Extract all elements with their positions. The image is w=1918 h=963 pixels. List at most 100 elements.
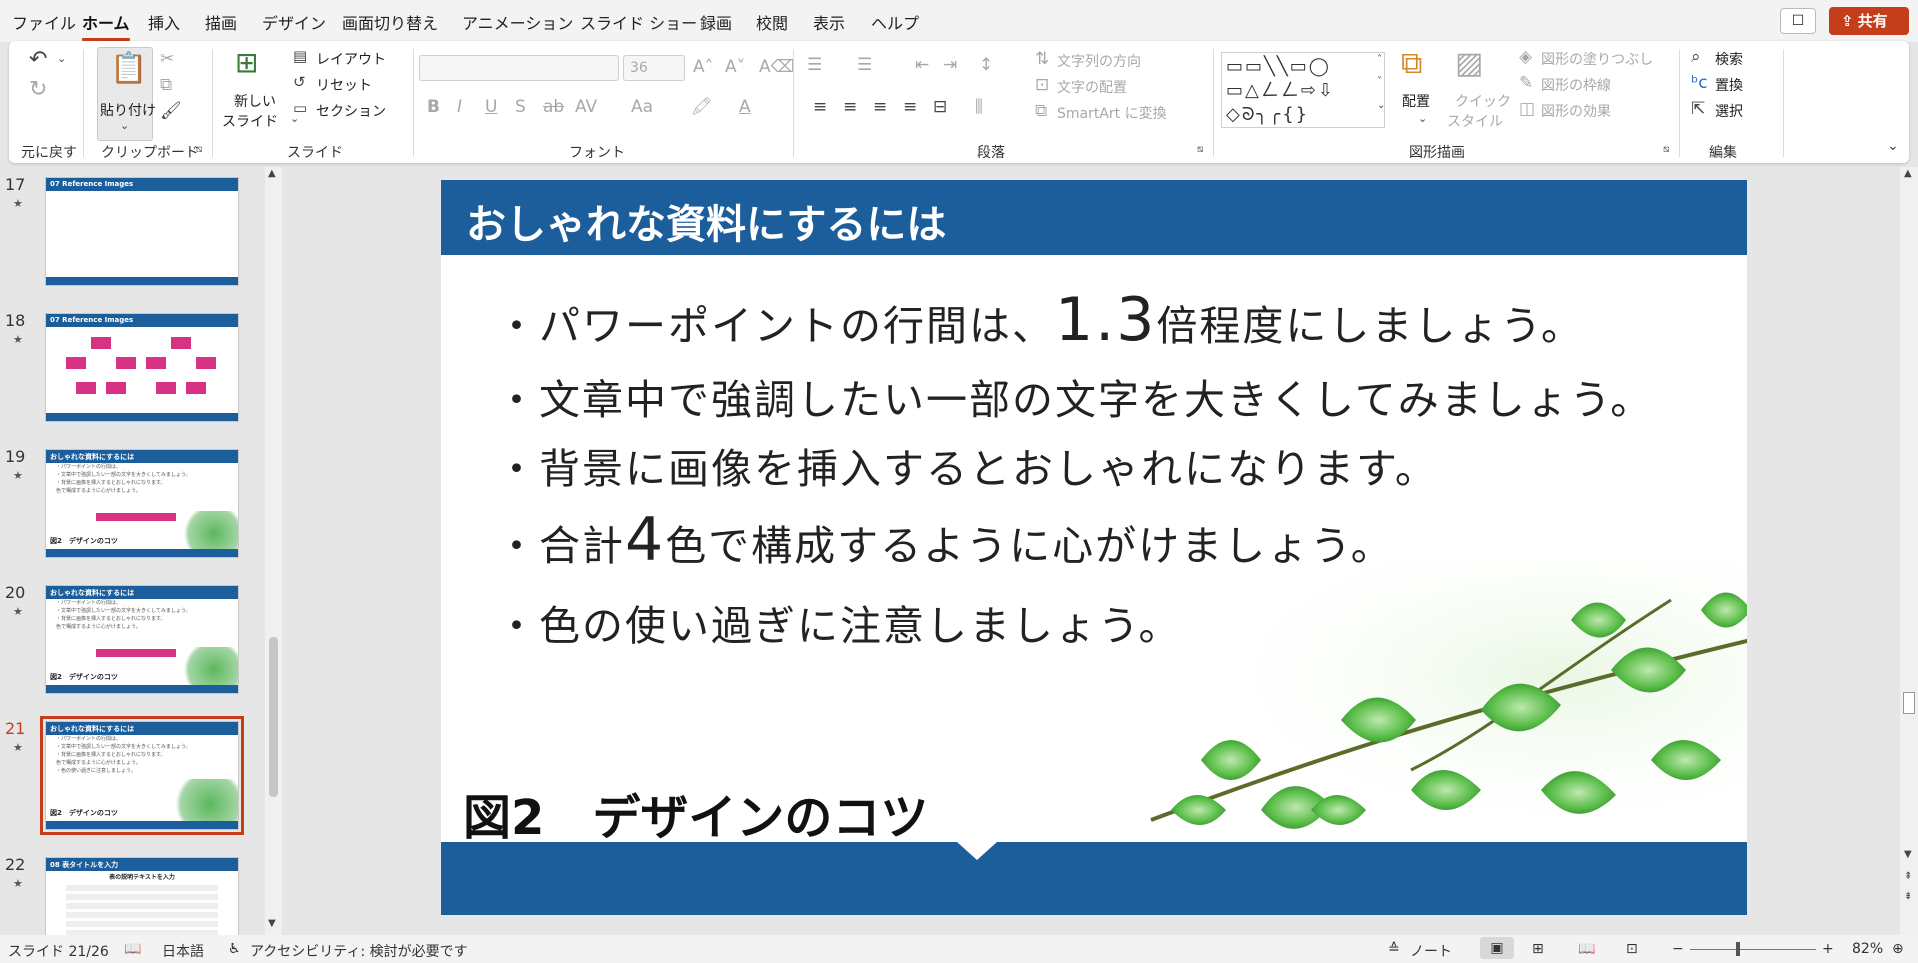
replace-button[interactable]: 置換 — [1715, 75, 1743, 95]
slide-thumbnail[interactable]: 07 Reference Images — [45, 313, 239, 422]
font-color-icon[interactable]: A — [739, 99, 751, 116]
dialog-launcher-icon[interactable]: ⧅ — [1197, 145, 1203, 155]
new-slide-label-2[interactable]: スライド — [222, 111, 278, 131]
language-indicator[interactable]: 日本語 — [162, 941, 204, 961]
format-painter-icon[interactable]: 🖌 — [160, 103, 182, 120]
menu-draw[interactable]: 描画 — [205, 10, 237, 34]
cut-icon[interactable]: ✂ — [160, 51, 174, 68]
slide[interactable]: おしゃれな資料にするには ・パワーポイントの行間は、1.3倍程度にしましょう。 … — [441, 180, 1747, 915]
bullet-emphasis[interactable]: ・文章中で強調したい一部の文字を大きくしてみましょう。 — [496, 366, 1653, 426]
shadow-icon[interactable]: S — [515, 99, 526, 116]
copy-icon[interactable]: ⧉ — [160, 77, 172, 94]
zoom-level[interactable]: 82% — [1852, 941, 1883, 957]
quick-style-label-2[interactable]: スタイル — [1447, 111, 1503, 131]
slideshow-icon[interactable]: ⊡ — [1626, 941, 1638, 957]
collapse-ribbon-icon[interactable]: ⌄ — [1887, 139, 1899, 153]
paste-button[interactable]: 📋 貼り付け ⌄ — [97, 47, 156, 141]
slide-scrollbar[interactable]: ▲ ▼ ⇞ ⇟ — [1900, 167, 1918, 935]
dialog-launcher-icon[interactable]: ⧅ — [196, 145, 202, 155]
spellcheck-icon[interactable]: 📖 — [124, 941, 141, 957]
bullet-background-image[interactable]: ・背景に画像を挿入するとおしゃれになります。 — [496, 435, 1438, 495]
accessibility-status[interactable]: アクセシビリティ: 検討が必要です — [250, 941, 468, 961]
menu-animations[interactable]: アニメーション — [462, 10, 573, 34]
shape-outline-button[interactable]: 図形の枠線 — [1541, 75, 1611, 95]
columns-icon[interactable]: ⫼ — [975, 99, 983, 116]
scrollbar-thumb[interactable] — [1903, 692, 1915, 714]
justify-icon[interactable]: ≡ — [903, 99, 917, 116]
menu-slideshow[interactable]: スライド ショー — [580, 10, 697, 34]
undo-icon[interactable]: ↶ — [29, 49, 47, 71]
slide-title[interactable]: おしゃれな資料にするには — [466, 192, 946, 250]
dialog-launcher-icon[interactable]: ⧅ — [1663, 145, 1669, 155]
change-case-icon[interactable]: Aa — [631, 99, 653, 116]
more-shapes-icon[interactable]: ⌄ — [1377, 101, 1385, 111]
highlight-icon[interactable]: 🖍 — [691, 99, 713, 116]
section-button[interactable]: セクション — [316, 101, 386, 121]
slide-thumbnail-selected[interactable]: おしゃれな資料にするには ・パワーポイントの行間は、 ・文章中で強調したい一部の… — [40, 716, 244, 835]
reading-view-icon[interactable]: 📖 — [1578, 941, 1595, 957]
new-slide-label-1[interactable]: 新しい — [234, 91, 276, 111]
slide-thumbnail[interactable]: 07 Reference Images — [45, 177, 239, 286]
character-spacing-icon[interactable]: AV — [575, 99, 597, 116]
zoom-slider-handle[interactable] — [1736, 942, 1740, 956]
menu-record[interactable]: 録画 — [700, 10, 732, 34]
menu-transitions[interactable]: 画面切り替え — [342, 10, 438, 34]
figure-caption[interactable]: 図2 デザインのコツ — [463, 778, 928, 848]
line-spacing-icon[interactable]: ↕ — [979, 57, 993, 74]
scroll-down-icon[interactable]: ▼ — [268, 919, 276, 929]
bullets-icon[interactable]: ☰ — [807, 57, 822, 74]
scroll-up-icon[interactable]: ▲ — [1904, 169, 1912, 179]
zoom-out-icon[interactable]: − — [1672, 941, 1684, 957]
grow-font-icon[interactable]: A˄ — [693, 59, 713, 76]
menu-help[interactable]: ヘルプ — [871, 10, 919, 34]
align-center-icon[interactable]: ≡ — [843, 99, 857, 116]
bullet-line-spacing[interactable]: ・パワーポイントの行間は、1.3倍程度にしましょう。 — [496, 285, 1584, 355]
shape-fill-button[interactable]: 図形の塗りつぶし — [1541, 49, 1653, 69]
distributed-icon[interactable]: ⊟ — [933, 99, 947, 116]
menu-file[interactable]: ファイル — [12, 10, 76, 34]
underline-icon[interactable]: U — [485, 99, 497, 116]
align-right-icon[interactable]: ≡ — [873, 99, 887, 116]
clear-format-icon[interactable]: A⌫ — [759, 59, 795, 76]
shape-gallery[interactable]: ▭▭╲╲▭◯ ▭△ㄥㄥ⇨⇩ ◇ᘐ╮╭{} — [1221, 52, 1385, 128]
arrange-button[interactable]: 配置 — [1402, 91, 1430, 111]
align-text-button[interactable]: 文字の配置 — [1057, 77, 1127, 97]
share-button[interactable]: ⇪ 共有 — [1829, 7, 1909, 35]
scrollbar-thumb[interactable] — [269, 637, 278, 797]
notes-button[interactable]: ノート — [1410, 941, 1452, 961]
scroll-up-icon[interactable]: ˄ — [1377, 55, 1382, 65]
quick-style-label-1[interactable]: クイック — [1455, 91, 1511, 111]
menu-review[interactable]: 校閲 — [756, 10, 788, 34]
slide-sorter-icon[interactable]: ⊞ — [1532, 941, 1544, 957]
slide-thumbnail[interactable]: おしゃれな資料にするには ・パワーポイントの行間は、 ・文章中で強調したい一部の… — [45, 585, 239, 694]
numbering-icon[interactable]: ☰ — [857, 57, 872, 74]
layout-button[interactable]: レイアウト — [316, 49, 386, 69]
menu-view[interactable]: 表示 — [813, 10, 845, 34]
convert-smartart-button[interactable]: SmartArt に変換 — [1057, 103, 1167, 123]
thumbnail-scrollbar[interactable]: ▲ ▼ — [265, 167, 282, 935]
text-direction-button[interactable]: 文字列の方向 — [1057, 51, 1141, 71]
bullet-four-colors[interactable]: ・合計4色で構成するように心がけましょう。 — [496, 505, 1394, 575]
select-button[interactable]: 選択 — [1715, 101, 1743, 121]
italic-icon[interactable]: I — [457, 99, 462, 116]
menu-insert[interactable]: 挿入 — [148, 10, 180, 34]
menu-home[interactable]: ホーム — [82, 10, 130, 41]
zoom-slider[interactable] — [1690, 949, 1816, 950]
strikethrough-icon[interactable]: ab — [543, 99, 564, 116]
find-button[interactable]: 検索 — [1715, 49, 1743, 69]
reset-button[interactable]: リセット — [316, 75, 372, 95]
slide-thumbnail[interactable]: 08 表タイトルを入力 表の説明テキストを入力 — [45, 857, 239, 935]
undo-dropdown-icon[interactable]: ⌄ — [57, 53, 66, 64]
menu-design[interactable]: デザイン — [262, 10, 326, 34]
zoom-in-icon[interactable]: + — [1822, 941, 1834, 957]
normal-view-icon[interactable]: ▣ — [1480, 937, 1514, 959]
shape-effects-button[interactable]: 図形の効果 — [1541, 101, 1611, 121]
comments-button[interactable]: ☐ — [1780, 8, 1816, 34]
bold-icon[interactable]: B — [427, 99, 440, 116]
font-family-combo[interactable] — [419, 55, 619, 81]
scroll-down-icon[interactable]: ˅ — [1377, 77, 1382, 87]
scroll-down-icon[interactable]: ▼ — [1904, 850, 1912, 860]
increase-indent-icon[interactable]: ⇥ — [943, 57, 957, 74]
scroll-up-icon[interactable]: ▲ — [268, 169, 276, 179]
decrease-indent-icon[interactable]: ⇤ — [915, 57, 929, 74]
